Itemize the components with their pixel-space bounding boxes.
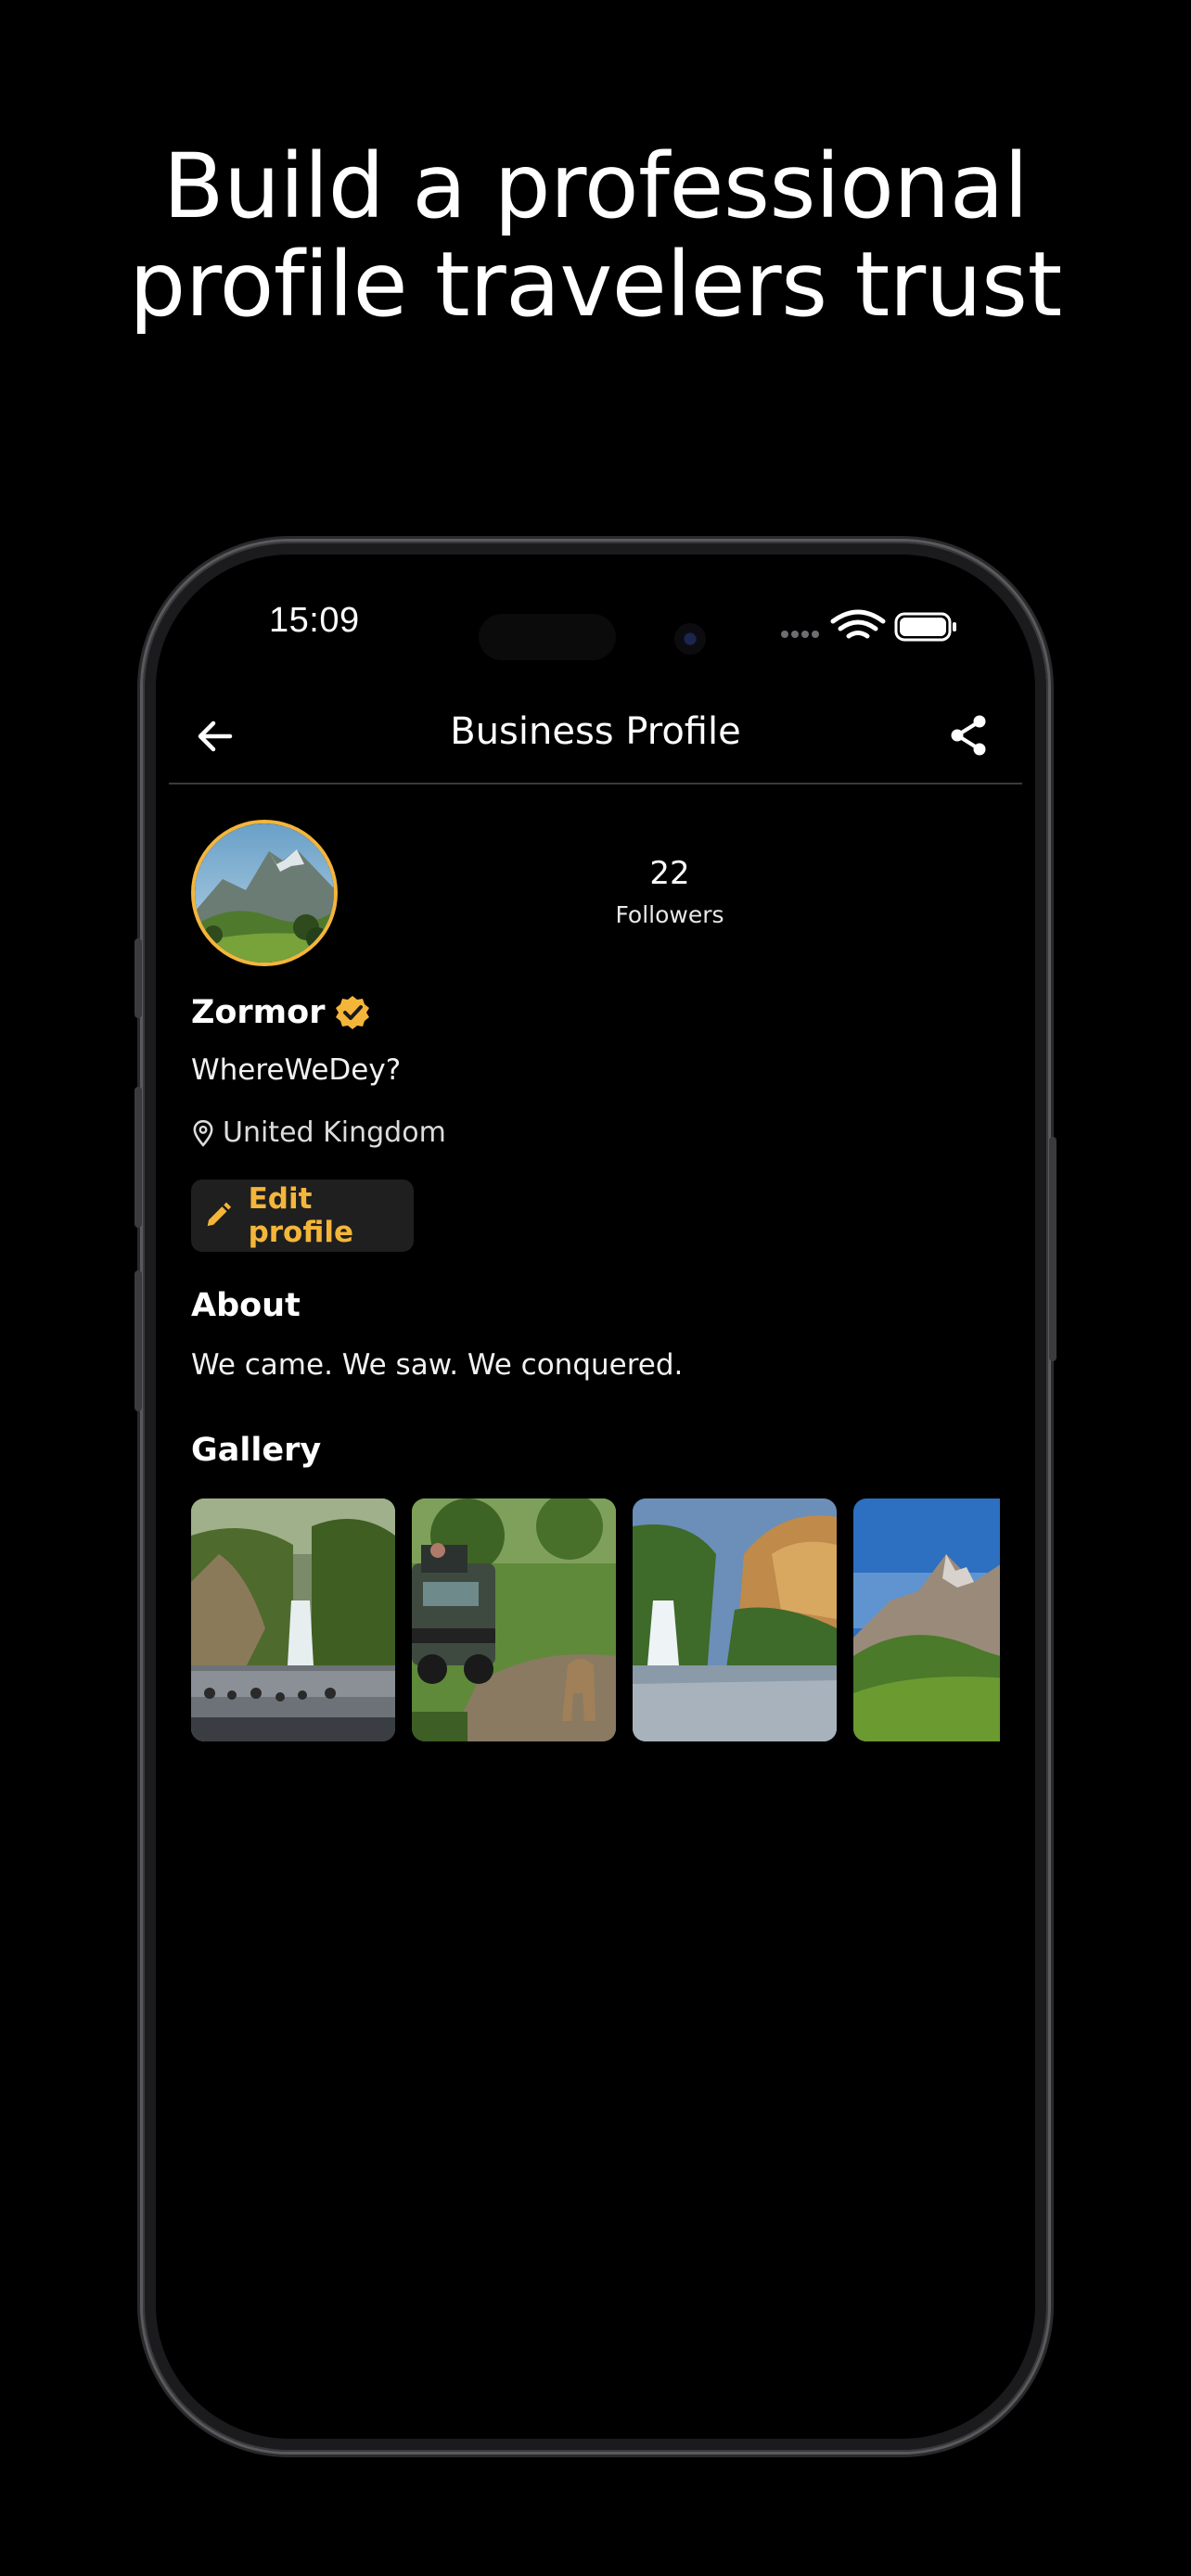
location-pin-icon bbox=[193, 1119, 213, 1147]
headline-line-2: profile travelers trust bbox=[129, 233, 1062, 337]
navbar-divider bbox=[169, 783, 1022, 784]
followers-label[interactable]: Followers bbox=[577, 901, 762, 928]
edit-profile-button[interactable]: Edit profile bbox=[191, 1180, 414, 1252]
about-text: We came. We saw. We conquered. bbox=[191, 1348, 684, 1382]
waterfall-gorge-photo bbox=[633, 1498, 837, 1741]
dynamic-island bbox=[479, 614, 616, 660]
front-camera bbox=[674, 623, 706, 655]
arrow-left-icon[interactable] bbox=[193, 716, 239, 757]
profile-handle: WhereWeDey? bbox=[191, 1053, 402, 1087]
volume-down-button bbox=[134, 1270, 142, 1411]
pencil-icon bbox=[207, 1202, 232, 1227]
power-button bbox=[1049, 1137, 1057, 1361]
avatar-mountain-image bbox=[195, 823, 334, 963]
followers-count[interactable]: 22 bbox=[577, 855, 762, 892]
avatar[interactable] bbox=[191, 820, 338, 966]
signal-dots-icon bbox=[781, 631, 819, 638]
edit-profile-label: Edit profile bbox=[248, 1182, 353, 1249]
gallery-item[interactable] bbox=[191, 1498, 395, 1741]
action-button bbox=[134, 938, 142, 1018]
headline: Build a professional profile travelers t… bbox=[0, 137, 1191, 334]
headline-line-1: Build a professional bbox=[162, 134, 1029, 238]
gallery-item[interactable] bbox=[853, 1498, 1000, 1741]
location-text: United Kingdom bbox=[223, 1116, 446, 1149]
gallery-heading: Gallery bbox=[191, 1432, 322, 1469]
gallery-item[interactable] bbox=[633, 1498, 837, 1741]
page-title: Business Profile bbox=[450, 710, 741, 753]
gallery-item[interactable] bbox=[412, 1498, 616, 1741]
verified-badge-icon bbox=[336, 996, 370, 1029]
about-heading: About bbox=[191, 1287, 301, 1324]
gallery-strip[interactable] bbox=[191, 1498, 1000, 1741]
profile-name-text: Zormor bbox=[191, 994, 326, 1031]
profile-name: Zormor bbox=[191, 994, 371, 1031]
safari-vehicle-lion-photo bbox=[412, 1498, 616, 1741]
status-icons bbox=[781, 609, 956, 642]
battery-icon bbox=[894, 612, 956, 642]
mountain-valley-photo bbox=[853, 1498, 1000, 1741]
status-time: 15:09 bbox=[269, 601, 360, 640]
marketing-screen: Build a professional profile travelers t… bbox=[0, 0, 1191, 2576]
share-icon[interactable] bbox=[948, 714, 989, 757]
volume-up-button bbox=[134, 1087, 142, 1228]
profile-location: United Kingdom bbox=[193, 1116, 446, 1149]
waterfall-river-photo bbox=[191, 1498, 395, 1741]
wifi-icon bbox=[830, 609, 886, 639]
